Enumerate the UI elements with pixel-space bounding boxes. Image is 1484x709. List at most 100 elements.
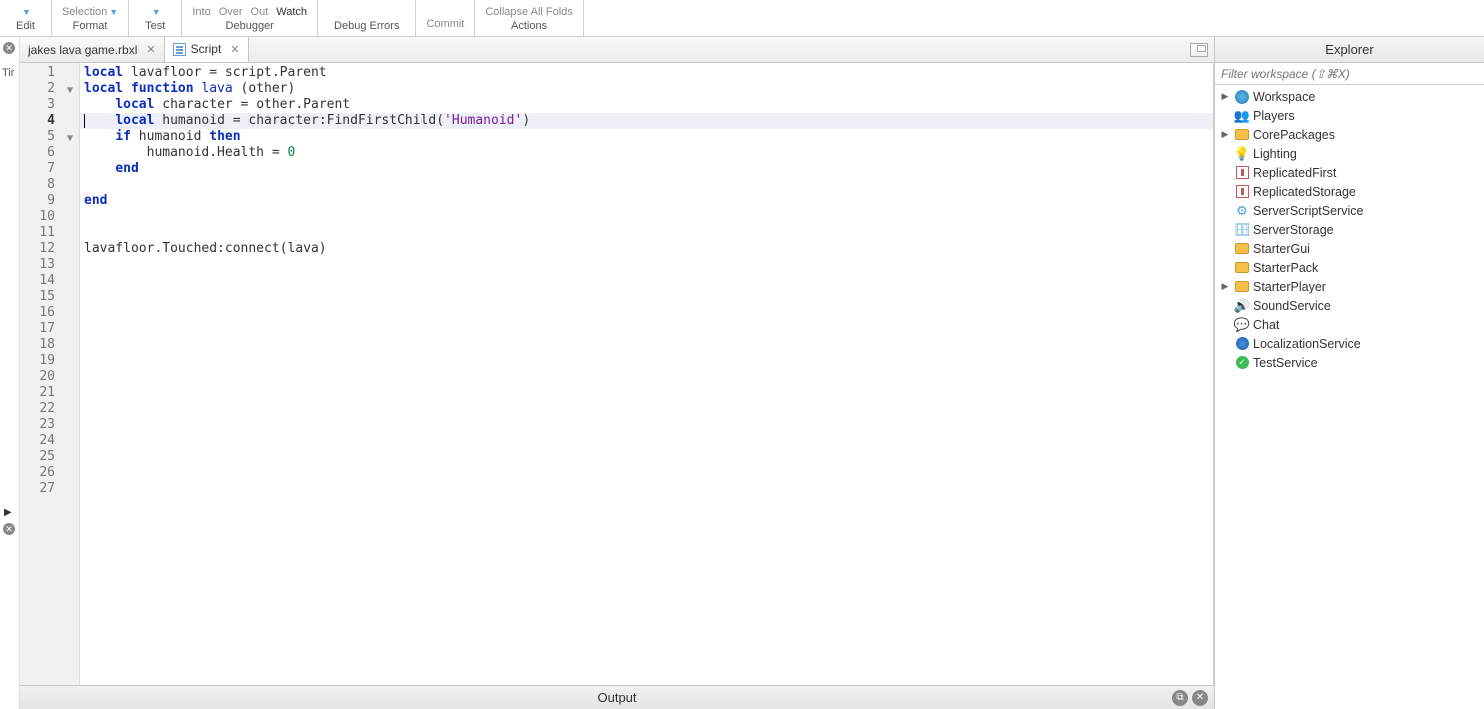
- code-line[interactable]: [80, 353, 1213, 369]
- tree-item[interactable]: ▶StarterPlayer: [1215, 277, 1484, 296]
- line-number[interactable]: 5▼: [20, 129, 79, 145]
- tree-item[interactable]: ▶Workspace: [1215, 87, 1484, 106]
- code-line[interactable]: [80, 401, 1213, 417]
- explorer-tree[interactable]: ▶Workspace👥Players ▶ CorePackages 💡Lighting…: [1215, 85, 1484, 709]
- code-line[interactable]: [80, 289, 1213, 305]
- tree-item[interactable]: 💡Lighting: [1215, 144, 1484, 163]
- code-line[interactable]: [80, 305, 1213, 321]
- line-number[interactable]: 15: [20, 289, 79, 305]
- code-line[interactable]: [80, 465, 1213, 481]
- code-editor[interactable]: 12▼345▼678910111213141516171819202122232…: [20, 63, 1214, 685]
- line-number[interactable]: 4: [20, 113, 79, 129]
- tree-item[interactable]: 👥Players: [1215, 106, 1484, 125]
- tab-close-icon[interactable]: ✕: [230, 43, 239, 56]
- light-icon: 💡: [1234, 146, 1250, 162]
- tree-item[interactable]: ReplicatedFirst: [1215, 163, 1484, 182]
- toolbar-action[interactable]: Over: [219, 6, 243, 18]
- code-line[interactable]: [80, 481, 1213, 497]
- toolbar-action[interactable]: Collapse All Folds: [485, 6, 572, 18]
- code-line[interactable]: [80, 321, 1213, 337]
- code-line[interactable]: end: [80, 193, 1213, 209]
- code-line[interactable]: [80, 433, 1213, 449]
- tree-item[interactable]: ✓TestService: [1215, 353, 1484, 372]
- tree-item[interactable]: StarterPack: [1215, 258, 1484, 277]
- line-number[interactable]: 9: [20, 193, 79, 209]
- code-line[interactable]: [80, 337, 1213, 353]
- tree-item[interactable]: StarterGui: [1215, 239, 1484, 258]
- code-line[interactable]: [80, 273, 1213, 289]
- code-line[interactable]: humanoid.Health = 0: [80, 145, 1213, 161]
- line-number[interactable]: 18: [20, 337, 79, 353]
- tree-expand-icon[interactable]: ▶: [1219, 91, 1231, 102]
- code-line[interactable]: if humanoid then: [80, 129, 1213, 145]
- line-number[interactable]: 24: [20, 433, 79, 449]
- code-line[interactable]: lavafloor.Touched:connect(lava): [80, 241, 1213, 257]
- toolbar-action[interactable]: ▼: [150, 6, 161, 18]
- toolbar-action[interactable]: Into: [192, 6, 210, 18]
- line-number[interactable]: 12: [20, 241, 79, 257]
- line-number[interactable]: 2▼: [20, 81, 79, 97]
- close-icon[interactable]: ✕: [3, 42, 15, 54]
- line-number[interactable]: 26: [20, 465, 79, 481]
- code-line[interactable]: [80, 225, 1213, 241]
- code-line[interactable]: end: [80, 161, 1213, 177]
- code-line[interactable]: local humanoid = character:FindFirstChil…: [80, 113, 1213, 129]
- line-number[interactable]: 1: [20, 65, 79, 81]
- code-line[interactable]: local character = other.Parent: [80, 97, 1213, 113]
- code-line[interactable]: [80, 257, 1213, 273]
- line-number[interactable]: 3: [20, 97, 79, 113]
- code-line[interactable]: [80, 449, 1213, 465]
- line-number[interactable]: 8: [20, 177, 79, 193]
- line-number[interactable]: 22: [20, 401, 79, 417]
- tree-item[interactable]: 🔊SoundService: [1215, 296, 1484, 315]
- expand-right-icon[interactable]: ▶: [4, 507, 12, 518]
- tree-item[interactable]: ▶ CorePackages: [1215, 125, 1484, 144]
- close-icon[interactable]: ✕: [3, 523, 15, 535]
- popout-icon[interactable]: ⧉: [1172, 690, 1188, 706]
- toolbar-action[interactable]: Commit: [426, 18, 464, 30]
- line-number[interactable]: 27: [20, 481, 79, 497]
- line-number[interactable]: 13: [20, 257, 79, 273]
- editor-tab[interactable]: Script✕: [165, 37, 249, 62]
- folder-icon: [1234, 279, 1250, 295]
- line-number[interactable]: 11: [20, 225, 79, 241]
- tree-item[interactable]: ⚙ServerScriptService: [1215, 201, 1484, 220]
- code-line[interactable]: [80, 417, 1213, 433]
- toolbar-group-label: Edit: [6, 18, 45, 34]
- tree-item[interactable]: LocalizationService: [1215, 334, 1484, 353]
- code-line[interactable]: local lavafloor = script.Parent: [80, 65, 1213, 81]
- tree-item[interactable]: 💬Chat: [1215, 315, 1484, 334]
- toolbar-action[interactable]: Out: [251, 6, 269, 18]
- window-restore-icon[interactable]: [1190, 43, 1208, 57]
- code-line[interactable]: [80, 369, 1213, 385]
- tab-close-icon[interactable]: ✕: [146, 43, 155, 56]
- line-number[interactable]: 14: [20, 273, 79, 289]
- editor-tab[interactable]: jakes lava game.rbxl✕: [20, 37, 165, 62]
- line-number[interactable]: 6: [20, 145, 79, 161]
- tree-item[interactable]: 🗄ServerStorage: [1215, 220, 1484, 239]
- toolbar-action[interactable]: ▼: [20, 6, 31, 18]
- line-number[interactable]: 25: [20, 449, 79, 465]
- code-line[interactable]: [80, 177, 1213, 193]
- line-number[interactable]: 23: [20, 417, 79, 433]
- tree-expand-icon[interactable]: ▶: [1219, 129, 1231, 140]
- code-line[interactable]: [80, 385, 1213, 401]
- line-number[interactable]: 16: [20, 305, 79, 321]
- code-line[interactable]: local function lava (other): [80, 81, 1213, 97]
- code-line[interactable]: [80, 209, 1213, 225]
- toolbar-action[interactable]: Selection▼: [62, 6, 118, 18]
- close-icon[interactable]: ✕: [1192, 690, 1208, 706]
- tree-item-label: CorePackages: [1253, 128, 1335, 142]
- line-number[interactable]: 7: [20, 161, 79, 177]
- line-number[interactable]: 20: [20, 369, 79, 385]
- line-number[interactable]: 17: [20, 321, 79, 337]
- line-number[interactable]: 10: [20, 209, 79, 225]
- output-panel-header[interactable]: Output ⧉ ✕: [20, 685, 1214, 709]
- line-number[interactable]: 21: [20, 385, 79, 401]
- code-area[interactable]: local lavafloor = script.Parentlocal fun…: [80, 63, 1213, 685]
- tree-expand-icon[interactable]: ▶: [1219, 281, 1231, 292]
- explorer-filter-input[interactable]: [1215, 63, 1484, 84]
- tree-item[interactable]: ReplicatedStorage: [1215, 182, 1484, 201]
- line-number[interactable]: 19: [20, 353, 79, 369]
- toolbar-action[interactable]: Watch: [276, 6, 307, 18]
